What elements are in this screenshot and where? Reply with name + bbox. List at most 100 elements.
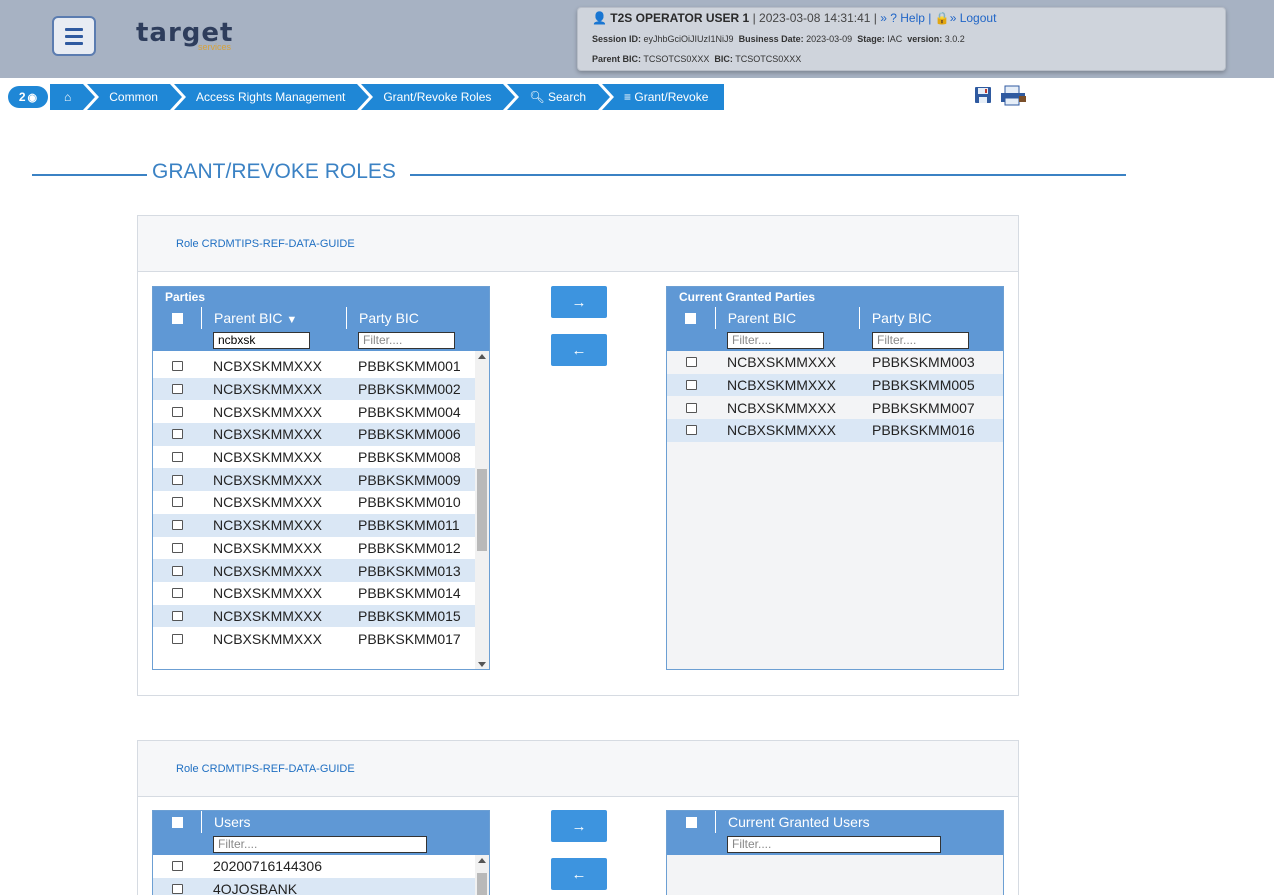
table-row[interactable]: NCBXSKMMXXX PBBKSKMM005 [667,373,1003,397]
user-icon: 👤 [592,11,607,25]
party-bic-filter-input[interactable]: Filter.... [358,331,455,349]
granted-col-parent-bic[interactable]: Parent BIC [714,307,859,329]
parent-bic-label: Parent BIC: [592,54,642,64]
business-date: 2023-03-09 [806,34,853,44]
users-grid: Users Filter.... 20200716144306 4OJOSBAN… [152,810,490,895]
scroll-down-icon[interactable] [478,662,486,667]
grant-party-button[interactable]: → [551,286,607,318]
table-row[interactable]: NCBXSKMMXXX PBBKSKMM004 [153,400,475,423]
row-checkbox[interactable] [171,384,183,395]
party-bic-cell: PBBKSKMM016 [872,422,975,439]
revoke-party-button[interactable]: ← [551,334,607,366]
select-all-granted-checkbox[interactable] [685,312,697,324]
logout-link[interactable]: » Logout [950,11,997,25]
parent-bic-filter-input[interactable]: ncbxsk [213,331,310,349]
row-checkbox[interactable] [171,565,183,576]
table-row[interactable]: NCBXSKMMXXX PBBKSKMM011 [153,513,475,537]
print-icon[interactable] [999,84,1029,106]
granted-parties-rows: NCBXSKMMXXX PBBKSKMM003 NCBXSKMMXXX PBBKSKM… [667,351,1003,442]
granted-users-filter-input[interactable]: Filter.... [727,835,941,853]
table-row[interactable]: NCBXSKMMXXX PBBKSKMM012 [153,537,475,560]
select-all-users-checkbox[interactable] [171,816,183,828]
breadcrumb-access-rights[interactable]: Access Rights Management [173,84,370,110]
table-row[interactable]: NCBXSKMMXXX PBBKSKMM017 [153,627,475,650]
table-row[interactable]: NCBXSKMMXXX PBBKSKMM010 [153,491,475,514]
table-row[interactable]: NCBXSKMMXXX PBBKSKMM001 [153,355,475,378]
home-icon: ⌂ [64,90,72,104]
party-bic-cell: PBBKSKMM002 [358,381,461,398]
col-party-bic[interactable]: Party BIC [346,307,477,329]
revoke-user-button[interactable]: ← [551,858,607,890]
parties-scrollbar[interactable] [475,351,489,669]
menu-bar-icon [65,34,83,38]
users-scrollbar[interactable] [475,855,489,895]
parent-bic-cell: NCBXSKMMXXX [213,403,322,420]
breadcrumb-grant-revoke-roles[interactable]: Grant/Revoke Roles [361,84,516,110]
table-row[interactable]: NCBXSKMMXXX PBBKSKMM009 [153,468,475,492]
row-checkbox[interactable] [171,884,183,895]
col-granted-users[interactable]: Current Granted Users [715,811,995,833]
parent-bic-cell: NCBXSKMMXXX [213,630,322,647]
party-bic-cell: PBBKSKMM001 [358,358,461,375]
col-parent-bic[interactable]: Parent BIC ▼ [201,307,346,329]
parent-bic-cell: NCBXSKMMXXX [213,381,322,398]
granted-parent-filter-input[interactable]: Filter.... [727,331,824,349]
row-checkbox[interactable] [171,361,183,372]
row-checkbox[interactable] [171,429,183,440]
row-checkbox[interactable] [171,861,183,872]
row-checkbox[interactable] [685,402,697,413]
help-link[interactable]: » ? Help | [880,11,931,25]
grant-user-button[interactable]: → [551,810,607,842]
row-checkbox[interactable] [685,425,697,436]
scroll-thumb[interactable] [477,873,487,895]
party-bic-cell: PBBKSKMM011 [358,517,460,534]
select-all-checkbox[interactable] [171,312,183,324]
row-checkbox[interactable] [171,610,183,621]
scroll-up-icon[interactable] [478,354,486,359]
row-checkbox[interactable] [685,380,697,391]
breadcrumb-grant-revoke[interactable]: ≡ Grant/Revoke [602,84,725,110]
row-checkbox[interactable] [171,542,183,553]
breadcrumb-common[interactable]: Common [87,84,182,110]
breadcrumb-home[interactable]: ⌂ [50,84,96,110]
row-checkbox[interactable] [171,474,183,485]
granted-party-filter-input[interactable]: Filter.... [872,331,969,349]
save-icon[interactable] [973,84,993,106]
row-checkbox[interactable] [171,497,183,508]
row-checkbox[interactable] [171,633,183,644]
menu-bar-icon [65,27,83,31]
table-row[interactable]: 20200716144306 [153,855,475,878]
table-row[interactable]: NCBXSKMMXXX PBBKSKMM002 [153,377,475,401]
parent-bic-cell: NCBXSKMMXXX [213,539,322,556]
table-row[interactable]: NCBXSKMMXXX PBBKSKMM008 [153,446,475,469]
stage: IAC [887,34,903,44]
row-checkbox[interactable] [171,588,183,599]
row-checkbox[interactable] [171,452,183,463]
table-row[interactable]: NCBXSKMMXXX PBBKSKMM013 [153,559,475,582]
table-row[interactable]: NCBXSKMMXXX PBBKSKMM014 [153,582,475,605]
open-screens-badge[interactable]: 2 ◉ [8,86,48,108]
session-id: eyJhbGciOiJIUzI1NiJ9 [643,34,734,44]
table-row[interactable]: 4OJOSBANK [153,877,475,895]
granted-parties-grid: Current Granted Parties Parent BIC Party… [666,286,1004,670]
party-bic-cell: PBBKSKMM012 [358,539,461,556]
users-filter-input[interactable]: Filter.... [213,835,427,853]
table-row[interactable]: NCBXSKMMXXX PBBKSKMM003 [667,351,1003,374]
row-checkbox[interactable] [171,406,183,417]
party-bic-cell: PBBKSKMM014 [358,585,461,602]
table-row[interactable]: NCBXSKMMXXX PBBKSKMM006 [153,423,475,446]
table-row[interactable]: NCBXSKMMXXX PBBKSKMM015 [153,604,475,628]
row-checkbox[interactable] [685,357,697,368]
breadcrumb-search[interactable]: 🔍︎ Search [507,84,610,110]
hamburger-menu-button[interactable] [52,16,96,56]
row-checkbox[interactable] [171,520,183,531]
bic-label: BIC: [714,54,733,64]
table-row[interactable]: NCBXSKMMXXX PBBKSKMM007 [667,396,1003,419]
scroll-thumb[interactable] [477,469,487,551]
table-row[interactable]: NCBXSKMMXXX PBBKSKMM016 [667,419,1003,442]
select-all-granted-users-checkbox[interactable] [685,816,697,828]
scroll-up-icon[interactable] [478,858,486,863]
user-id-cell: 4OJOSBANK [213,881,298,895]
col-users[interactable]: Users [201,811,481,833]
granted-col-party-bic[interactable]: Party BIC [858,307,1003,329]
